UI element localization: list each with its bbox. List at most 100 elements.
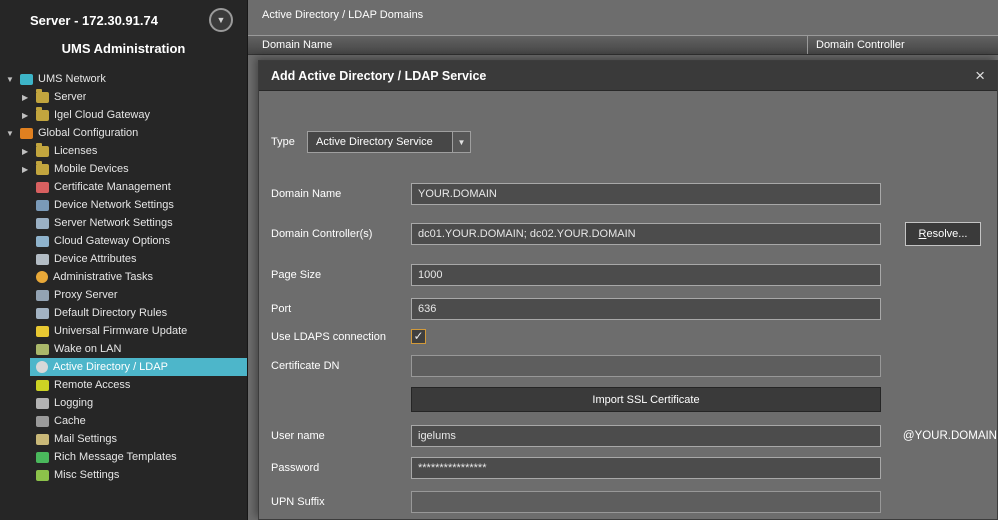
tree-item-licenses[interactable]: ▶Licenses: [0, 142, 247, 160]
logging-icon: [36, 398, 49, 409]
server-row: Server - 172.30.91.74 ▼: [8, 8, 239, 32]
tree-item-universal-firmware-update[interactable]: Universal Firmware Update: [0, 322, 247, 340]
tree-item-cache[interactable]: Cache: [0, 412, 247, 430]
default-directory-rules-icon: [36, 308, 49, 319]
use-ldaps-row: Use LDAPS connection ✓: [271, 329, 997, 344]
tree-item-logging[interactable]: Logging: [0, 394, 247, 412]
tree-item-wake-on-lan[interactable]: Wake on LAN: [0, 340, 247, 358]
tree-item-server-network-settings[interactable]: Server Network Settings: [0, 214, 247, 232]
column-header-domain-name[interactable]: Domain Name: [248, 36, 808, 54]
server-dropdown-button[interactable]: ▼: [209, 8, 233, 32]
domain-name-input[interactable]: [411, 183, 881, 205]
password-label: Password: [271, 462, 411, 474]
cloud-gateway-options-icon: [36, 236, 49, 247]
user-name-row: User name @YOUR.DOMAIN: [271, 425, 997, 447]
type-row: Type Active Directory Service ▼: [271, 131, 997, 153]
user-name-input[interactable]: [411, 425, 881, 447]
device-attributes-icon: [36, 254, 49, 265]
expand-icon[interactable]: ▶: [22, 93, 36, 102]
tree-item-label: Rich Message Templates: [54, 451, 177, 463]
table-header: Domain Name Domain Controller: [248, 35, 998, 55]
tree-item-ums-network[interactable]: ▼ UMS Network: [0, 70, 247, 88]
domain-controllers-label: Domain Controller(s): [271, 228, 411, 240]
tree-item-label: UMS Network: [38, 73, 106, 85]
type-label: Type: [271, 136, 307, 148]
server-icon: [36, 92, 49, 103]
rich-message-templates-icon: [36, 452, 49, 463]
upn-suffix-input[interactable]: [411, 491, 881, 513]
proxy-server-icon: [36, 290, 49, 301]
tree-item-label: Active Directory / LDAP: [53, 361, 168, 373]
password-row: Password: [271, 457, 997, 479]
expand-icon[interactable]: ▶: [22, 147, 36, 156]
domain-name-label: Domain Name: [271, 188, 411, 200]
sidebar-header: Server - 172.30.91.74 ▼ UMS Administrati…: [0, 0, 247, 60]
expand-icon[interactable]: ▶: [22, 165, 36, 174]
domain-suffix-label: @YOUR.DOMAIN: [903, 430, 997, 442]
chevron-down-icon: ▼: [217, 16, 226, 25]
collapse-icon[interactable]: ▼: [6, 129, 20, 138]
tree-item-label: Misc Settings: [54, 469, 119, 481]
tree-item-remote-access[interactable]: Remote Access: [0, 376, 247, 394]
expand-icon[interactable]: ▶: [22, 111, 36, 120]
tree-item-mobile-devices[interactable]: ▶ Mobile Devices: [0, 160, 247, 178]
tree-item-label: Administrative Tasks: [53, 271, 153, 283]
collapse-icon[interactable]: ▼: [6, 75, 20, 84]
domain-controllers-input[interactable]: [411, 223, 881, 245]
active-directory-ldap-icon: [36, 361, 48, 373]
resolve-button[interactable]: Resolve...: [905, 222, 981, 246]
type-select[interactable]: Active Directory Service ▼: [307, 131, 471, 153]
combo-chevron-down-icon: ▼: [452, 132, 470, 152]
server-network-settings-icon: [36, 218, 49, 229]
use-ldaps-checkbox[interactable]: ✓: [411, 329, 426, 344]
tree-item-active-directory-ldap[interactable]: Active Directory / LDAP: [0, 358, 247, 376]
sidebar-tree: ▼UMS Network▶Server▶Igel Cloud Gateway▼G…: [0, 70, 247, 484]
tree-item-label: Server: [54, 91, 86, 103]
page-size-input[interactable]: [411, 264, 881, 286]
port-row: Port: [271, 298, 997, 320]
port-input[interactable]: [411, 298, 881, 320]
tree-item-label: Wake on LAN: [54, 343, 121, 355]
password-input[interactable]: [411, 457, 881, 479]
column-header-domain-controller[interactable]: Domain Controller: [808, 36, 998, 54]
igel-cloud-gateway-icon: [36, 110, 49, 121]
tree-item-device-network-settings[interactable]: Device Network Settings: [0, 196, 247, 214]
checkmark-icon: ✓: [413, 330, 423, 342]
tree-item-server[interactable]: ▶ Server: [0, 88, 247, 106]
tree-item-label: Global Configuration: [38, 127, 138, 139]
server-title: Server - 172.30.91.74: [30, 13, 209, 28]
tree-item-default-directory-rules[interactable]: Default Directory Rules: [0, 304, 247, 322]
tree-item-rich-message-templates[interactable]: Rich Message Templates: [0, 448, 247, 466]
tree-item-cloud-gateway-options[interactable]: Cloud Gateway Options: [0, 232, 247, 250]
main-area: Active Directory / LDAP Domains Domain N…: [248, 0, 998, 520]
tree-item-mail-settings[interactable]: Mail Settings: [0, 430, 247, 448]
dialog-title: Add Active Directory / LDAP Service: [271, 69, 975, 83]
tree-item-label: Proxy Server: [54, 289, 118, 301]
tree-item-label: Device Network Settings: [54, 199, 174, 211]
close-icon[interactable]: ×: [975, 67, 985, 84]
import-ssl-certificate-button[interactable]: Import SSL Certificate: [411, 387, 881, 412]
user-name-label: User name: [271, 430, 411, 442]
add-ldap-service-dialog: Add Active Directory / LDAP Service × Ty…: [258, 60, 998, 520]
upn-suffix-row: UPN Suffix: [271, 491, 997, 513]
tree-item-igel-cloud-gateway[interactable]: ▶Igel Cloud Gateway: [0, 106, 247, 124]
tree-item-proxy-server[interactable]: Proxy Server: [0, 286, 247, 304]
page-size-label: Page Size: [271, 269, 411, 281]
certificate-dn-input[interactable]: [411, 355, 881, 377]
universal-firmware-update-icon: [36, 326, 49, 337]
licenses-icon: [36, 146, 49, 157]
ums-administration-title: UMS Administration: [8, 41, 239, 56]
tree-item-device-attributes[interactable]: Device Attributes: [0, 250, 247, 268]
tree-item-global-configuration[interactable]: ▼ Global Configuration: [0, 124, 247, 142]
tree-item-misc-settings[interactable]: Misc Settings: [0, 466, 247, 484]
tree-item-certificate-management[interactable]: Certificate Management: [0, 178, 247, 196]
tree-item-label: Mobile Devices: [54, 163, 129, 175]
tree-item-administrative-tasks[interactable]: Administrative Tasks: [0, 268, 247, 286]
misc-settings-icon: [36, 470, 49, 481]
sidebar: Server - 172.30.91.74 ▼ UMS Administrati…: [0, 0, 248, 520]
global-configuration-icon: [20, 128, 33, 139]
tree-item-label: Cloud Gateway Options: [54, 235, 170, 247]
upn-suffix-label: UPN Suffix: [271, 496, 411, 508]
tree-item-label: Cache: [54, 415, 86, 427]
tree-item-label: Remote Access: [54, 379, 130, 391]
